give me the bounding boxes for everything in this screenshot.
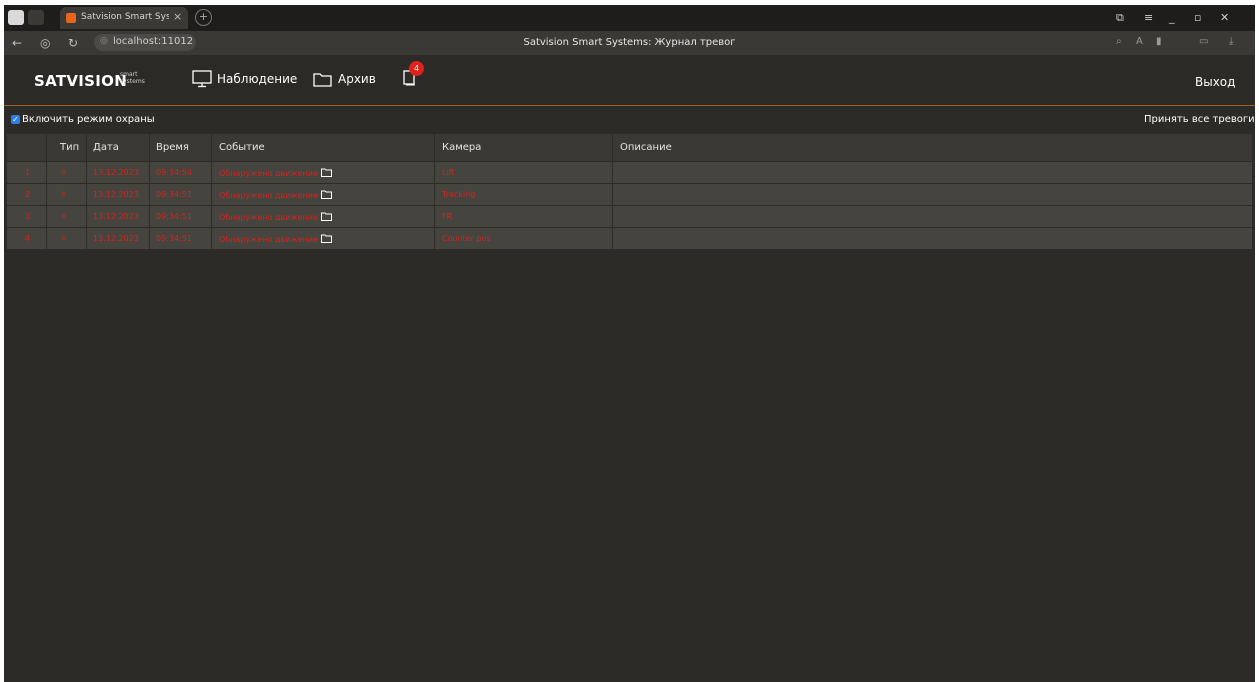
table-row[interactable]: 4 ⚛ 13.12.2023 09:34:51 Обнаружено движе… [7,228,1252,250]
table-row[interactable]: 2 ⚛ 13.12.2023 09:34:51 Обнаружено движе… [7,184,1252,206]
table-row[interactable]: 3 ⚛ 13.12.2023 09:34:51 Обнаружено движе… [7,206,1252,228]
motion-type-icon: ⚛ [47,162,87,183]
col-type-header[interactable]: Тип [47,134,87,161]
row-date: 13.12.2023 [87,184,150,205]
accept-all-alarms-button[interactable]: Принять все тревоги [1144,114,1255,125]
nav-monitoring[interactable]: Наблюдение [217,72,297,86]
monitor-icon[interactable] [192,70,212,88]
row-time: 09:34:51 [150,206,212,227]
table-header: Тип Дата Время Событие Камера Описание [7,134,1252,162]
open-archive-icon[interactable] [320,168,332,177]
col-time-header[interactable]: Время [150,134,212,161]
translate-icon[interactable]: A [1136,36,1143,47]
row-description [613,206,1252,227]
workspace-icon[interactable] [8,10,24,25]
col-description-header[interactable]: Описание [613,134,1252,161]
open-archive-icon[interactable] [320,190,332,199]
new-tab-button[interactable]: + [195,9,212,26]
tab-title: Satvision Smart Systems [81,12,169,22]
row-camera: Tracking [435,184,613,205]
row-time: 09:34:51 [150,228,212,249]
row-time: 09:34:54 [150,162,212,183]
row-number: 2 [7,184,47,205]
row-camera: Lift [435,162,613,183]
row-event: Обнаружено движение [212,184,435,205]
restore-icon[interactable]: ▫ [1194,11,1201,24]
row-date: 13.12.2023 [87,162,150,183]
col-number-header [7,134,47,161]
row-event: Обнаружено движение [212,162,435,183]
row-date: 13.12.2023 [87,228,150,249]
wallet-icon[interactable]: ▭ [1199,36,1208,47]
row-camera: Counter pos [435,228,613,249]
tab-strip: Satvision Smart Systems × + ⧉ ≡ _ ▫ ✕ [4,5,1255,31]
event-text: Обнаружено движение [219,213,318,222]
bookmark-icon[interactable]: ▮ [1156,36,1162,47]
guard-mode-checkbox[interactable]: ✓ [11,115,20,124]
search-icon[interactable]: ⌕ [1116,36,1122,47]
row-date: 13.12.2023 [87,206,150,227]
event-text: Обнаружено движение [219,235,318,244]
guard-mode-label[interactable]: Включить режим охраны [22,114,155,125]
nav-archive[interactable]: Архив [338,72,376,86]
row-number: 4 [7,228,47,249]
motion-type-icon: ⚛ [47,228,87,249]
row-description [613,162,1252,183]
col-camera-header[interactable]: Камера [435,134,613,161]
extensions-icon[interactable]: ⧉ [1116,11,1124,25]
row-camera: FR [435,206,613,227]
event-text: Обнаружено движение [219,191,318,200]
browser-tab[interactable]: Satvision Smart Systems × [60,7,188,29]
menu-icon[interactable]: ≡ [1144,11,1153,24]
tab-close-icon[interactable]: × [173,10,182,23]
table-row[interactable]: 1 ⚛ 13.12.2023 09:34:54 Обнаружено движе… [7,162,1252,184]
row-time: 09:34:51 [150,184,212,205]
download-icon[interactable]: ⤓ [1229,36,1233,47]
satvision-favicon-icon [66,13,76,23]
alarm-count-badge: 4 [409,61,424,76]
minimize-icon[interactable]: _ [1169,11,1175,24]
open-archive-icon[interactable] [320,234,332,243]
app-header: SATVISION smart systems Наблюдение Архив… [4,55,1255,106]
row-description [613,228,1252,249]
guard-toolbar: ✓ Включить режим охраны Принять все трев… [4,112,1255,130]
row-event: Обнаружено движение [212,206,435,227]
motion-type-icon: ⚛ [47,206,87,227]
row-event: Обнаружено движение [212,228,435,249]
page-title: Satvision Smart Systems: Журнал тревог [523,37,736,48]
alarm-table: Тип Дата Время Событие Камера Описание 1… [7,134,1252,250]
row-number: 1 [7,162,47,183]
open-archive-icon[interactable] [320,212,332,221]
row-description [613,184,1252,205]
address-bar: ← ◎ ↻ ◎ localhost:11012 Satvision Smart … [4,31,1255,55]
close-window-icon[interactable]: ✕ [1220,11,1229,24]
row-number: 3 [7,206,47,227]
event-text: Обнаружено движение [219,169,318,178]
chevron-down-icon[interactable] [28,10,44,25]
logo-subtitle: smart systems [120,71,145,85]
folder-icon[interactable] [313,72,332,87]
exit-button[interactable]: Выход [1195,75,1235,89]
col-date-header[interactable]: Дата [87,134,150,161]
browser-window: Satvision Smart Systems × + ⧉ ≡ _ ▫ ✕ ← … [4,5,1255,682]
logo: SATVISION [34,72,128,90]
col-event-header[interactable]: Событие [212,134,435,161]
motion-type-icon: ⚛ [47,184,87,205]
